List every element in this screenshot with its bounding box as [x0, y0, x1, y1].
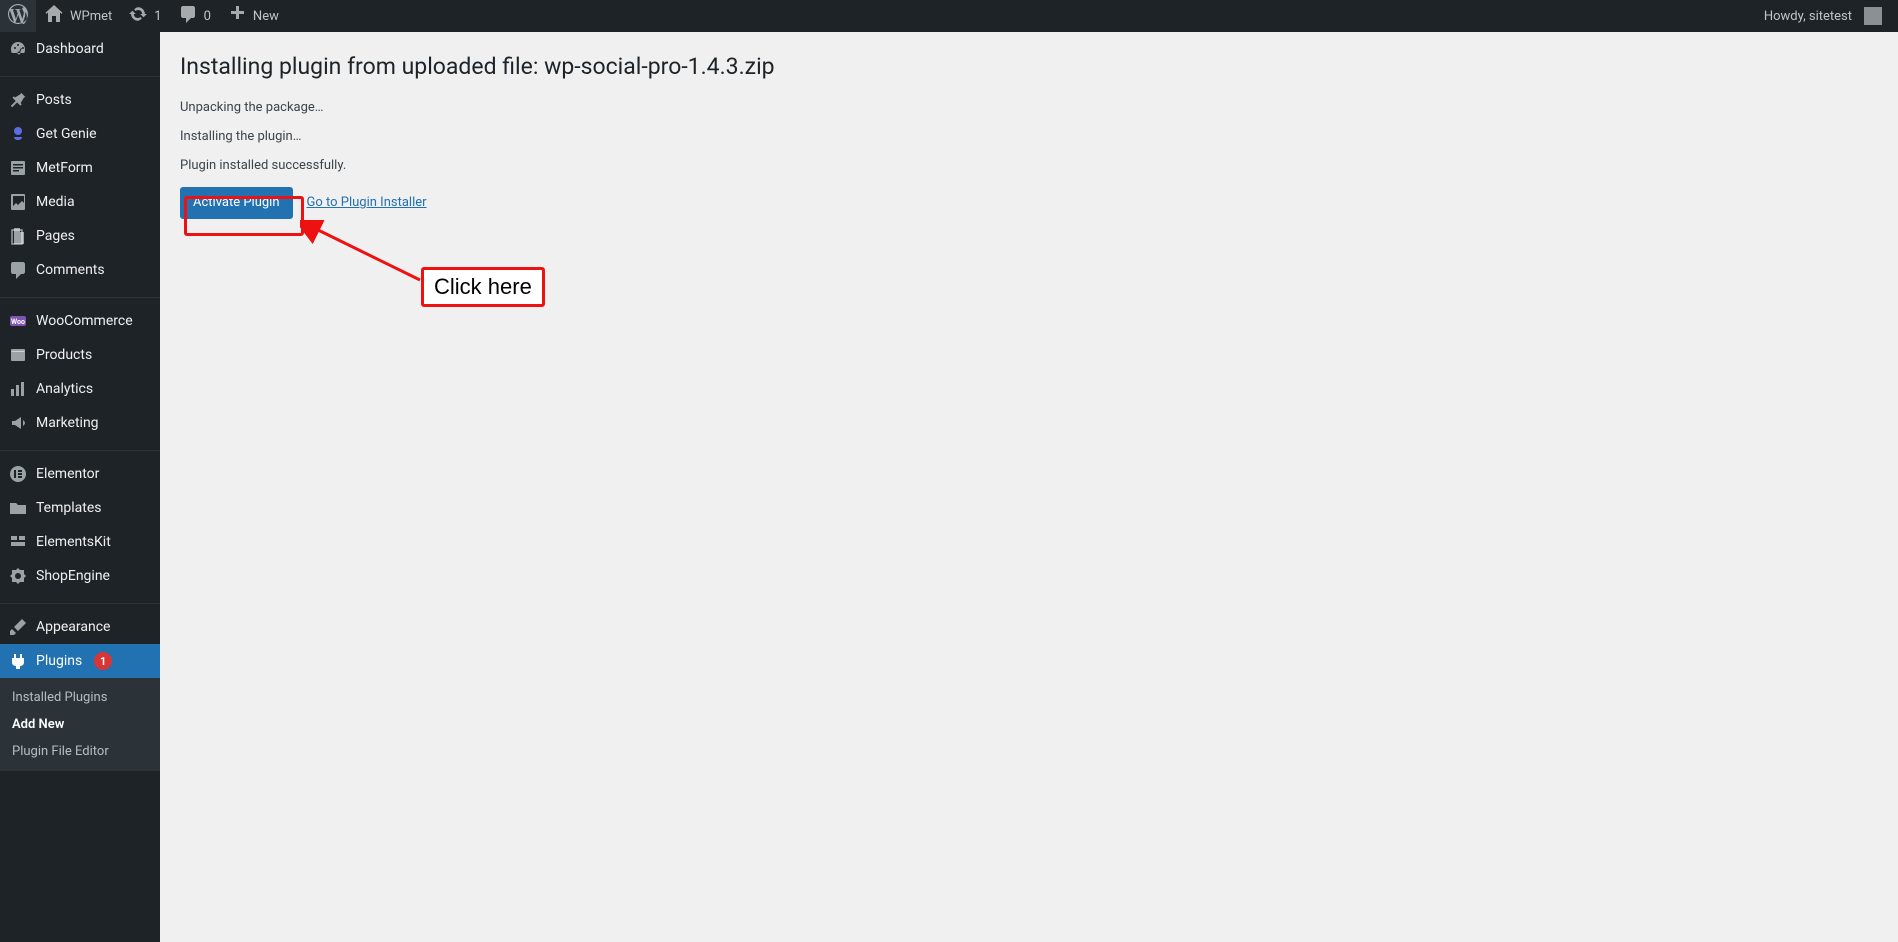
sidebar-item-plugins[interactable]: Plugins 1 — [0, 644, 160, 678]
plus-icon — [227, 4, 247, 28]
wordpress-icon — [8, 4, 28, 28]
main-content: Installing plugin from uploaded file: wp… — [160, 32, 1898, 942]
sidebar-item-label: ElementsKit — [36, 534, 111, 550]
shopengine-icon — [8, 566, 28, 586]
sidebar-item-elementskit[interactable]: ElementsKit — [0, 525, 160, 559]
home-icon — [44, 4, 64, 28]
sidebar-item-label: Templates — [36, 500, 102, 516]
comments-count: 0 — [204, 9, 211, 24]
brush-icon — [8, 617, 28, 637]
status-installing: Installing the plugin… — [180, 129, 1878, 144]
wp-logo-menu[interactable] — [0, 0, 36, 32]
sidebar-item-label: Pages — [36, 228, 75, 244]
updates-menu[interactable]: 1 — [120, 0, 169, 32]
megaphone-icon — [8, 413, 28, 433]
sidebar-item-label: Plugins — [36, 653, 82, 669]
sidebar-item-label: Analytics — [36, 381, 93, 397]
sidebar-item-dashboard[interactable]: Dashboard — [0, 32, 160, 66]
dashboard-icon — [8, 39, 28, 59]
submenu-installed-plugins[interactable]: Installed Plugins — [0, 684, 160, 711]
plugins-submenu: Installed Plugins Add New Plugin File Ed… — [0, 678, 160, 771]
new-content-menu[interactable]: New — [219, 0, 287, 32]
genie-icon — [8, 124, 28, 144]
pages-icon — [8, 226, 28, 246]
site-name-label: WPmet — [70, 9, 112, 24]
sidebar-item-label: Get Genie — [36, 126, 97, 142]
update-icon — [128, 4, 148, 28]
sidebar-item-media[interactable]: Media — [0, 185, 160, 219]
sidebar-item-templates[interactable]: Templates — [0, 491, 160, 525]
sidebar-item-comments[interactable]: Comments — [0, 253, 160, 287]
menu-separator — [0, 72, 160, 77]
site-name-menu[interactable]: WPmet — [36, 0, 120, 32]
admin-sidebar: Dashboard Posts Get Genie MetForm Media … — [0, 32, 160, 942]
media-icon — [8, 192, 28, 212]
svg-text:Woo: Woo — [11, 318, 25, 326]
submenu-plugin-file-editor[interactable]: Plugin File Editor — [0, 738, 160, 765]
comments-menu[interactable]: 0 — [170, 0, 219, 32]
products-icon — [8, 345, 28, 365]
sidebar-item-appearance[interactable]: Appearance — [0, 610, 160, 644]
status-unpacking: Unpacking the package… — [180, 100, 1878, 115]
sidebar-item-elementor[interactable]: Elementor — [0, 457, 160, 491]
sidebar-item-label: Appearance — [36, 619, 110, 635]
sidebar-item-label: Elementor — [36, 466, 99, 482]
menu-separator — [0, 599, 160, 604]
sidebar-item-analytics[interactable]: Analytics — [0, 372, 160, 406]
elementor-icon — [8, 464, 28, 484]
sidebar-item-posts[interactable]: Posts — [0, 83, 160, 117]
menu-separator — [0, 446, 160, 451]
elementskit-icon — [8, 532, 28, 552]
form-icon — [8, 158, 28, 178]
submenu-add-new[interactable]: Add New — [0, 711, 160, 738]
sidebar-item-pages[interactable]: Pages — [0, 219, 160, 253]
admin-bar: WPmet 1 0 New Howdy, sitetest — [0, 0, 1898, 32]
sidebar-item-label: ShopEngine — [36, 568, 110, 584]
sidebar-item-getgenie[interactable]: Get Genie — [0, 117, 160, 151]
go-to-installer-link[interactable]: Go to Plugin Installer — [307, 195, 427, 210]
sidebar-item-metform[interactable]: MetForm — [0, 151, 160, 185]
plugin-icon — [8, 651, 28, 671]
status-success: Plugin installed successfully. — [180, 158, 1878, 173]
sidebar-item-marketing[interactable]: Marketing — [0, 406, 160, 440]
sidebar-item-label: WooCommerce — [36, 313, 133, 329]
sidebar-item-label: MetForm — [36, 160, 93, 176]
my-account-menu[interactable]: Howdy, sitetest — [1756, 0, 1890, 32]
activate-plugin-button[interactable]: Activate Plugin — [180, 187, 293, 219]
sidebar-item-shopengine[interactable]: ShopEngine — [0, 559, 160, 593]
admin-bar-left: WPmet 1 0 New — [0, 0, 287, 32]
new-label: New — [253, 9, 279, 24]
howdy-text: Howdy, sitetest — [1764, 9, 1852, 24]
sidebar-item-label: Marketing — [36, 415, 99, 431]
pin-icon — [8, 90, 28, 110]
page-title: Installing plugin from uploaded file: wp… — [180, 52, 1878, 82]
action-row: Activate Plugin Go to Plugin Installer — [180, 187, 1878, 219]
update-badge: 1 — [94, 652, 112, 670]
sidebar-item-label: Dashboard — [36, 41, 104, 57]
menu-separator — [0, 293, 160, 298]
sidebar-item-products[interactable]: Products — [0, 338, 160, 372]
admin-bar-right: Howdy, sitetest — [1756, 0, 1898, 32]
sidebar-item-label: Posts — [36, 92, 72, 108]
folder-icon — [8, 498, 28, 518]
avatar — [1864, 7, 1882, 25]
updates-count: 1 — [154, 9, 161, 24]
sidebar-item-label: Comments — [36, 262, 105, 278]
sidebar-item-label: Products — [36, 347, 92, 363]
sidebar-item-woocommerce[interactable]: Woo WooCommerce — [0, 304, 160, 338]
woocommerce-icon: Woo — [8, 311, 28, 331]
analytics-icon — [8, 379, 28, 399]
sidebar-item-label: Media — [36, 194, 75, 210]
comments-icon — [8, 260, 28, 280]
comment-icon — [178, 4, 198, 28]
